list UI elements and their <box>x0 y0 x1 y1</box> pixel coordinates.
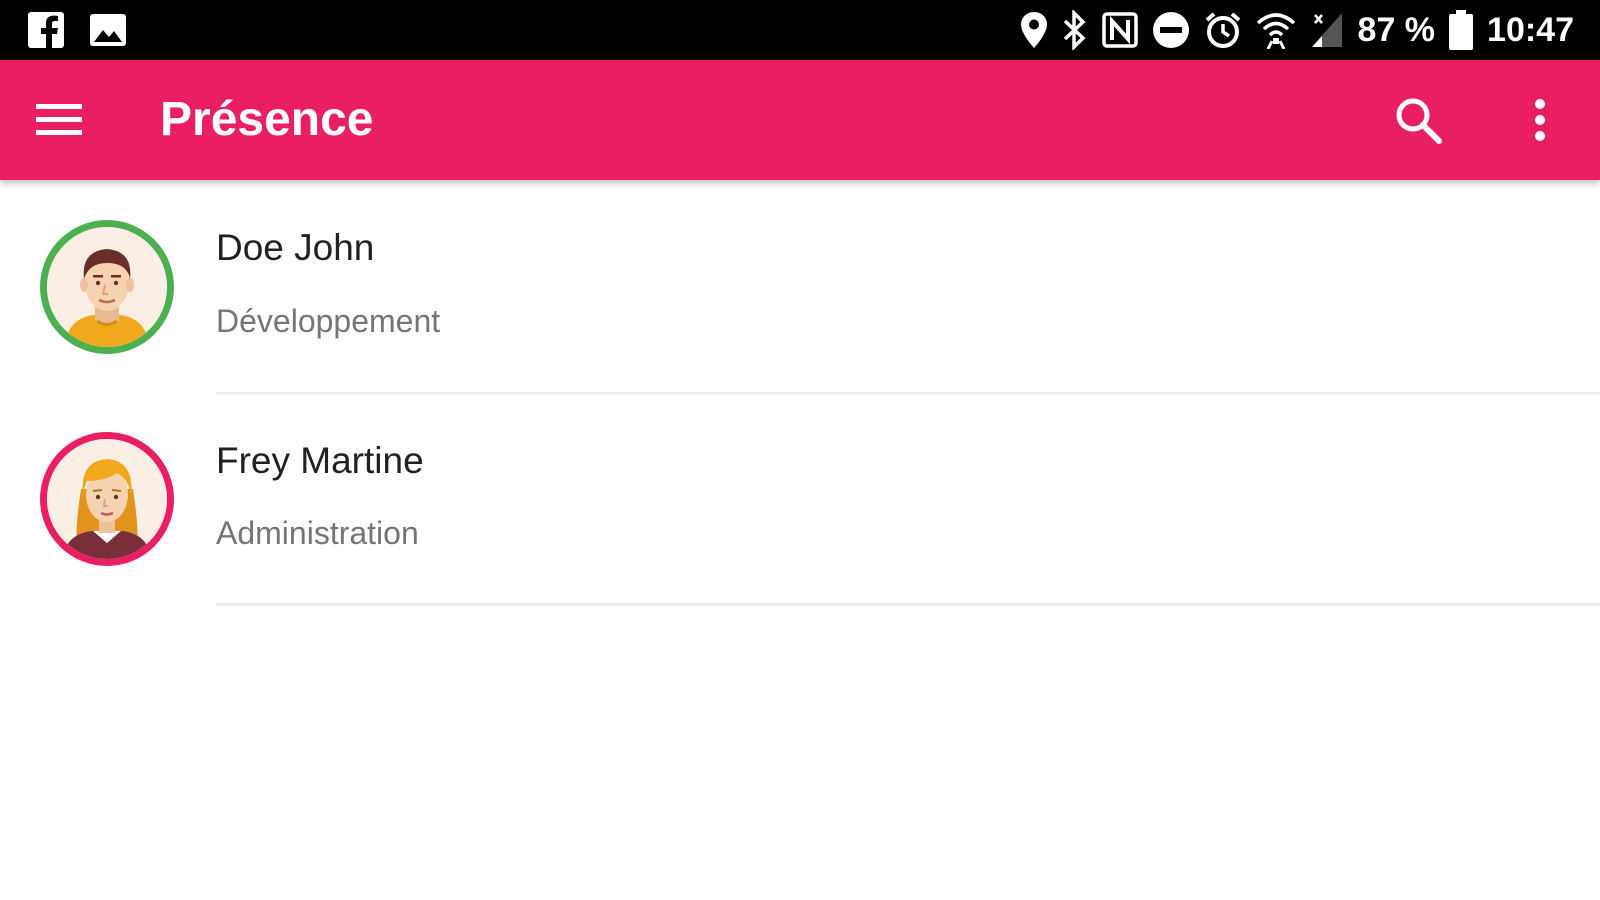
contact-name: Frey Martine <box>216 440 424 481</box>
hamburger-menu-icon <box>36 104 82 135</box>
status-bar: 87 % 10:47 <box>0 0 1600 60</box>
image-icon <box>90 12 126 48</box>
app-bar: Présence <box>0 60 1600 180</box>
status-bar-right: 87 % 10:47 <box>1020 8 1574 52</box>
cellular-signal-icon <box>1310 11 1344 49</box>
search-button[interactable] <box>1392 94 1444 146</box>
more-vert-icon <box>1535 99 1545 141</box>
search-icon <box>1396 98 1442 144</box>
contact-department: Développement <box>216 303 441 339</box>
wifi-icon <box>1256 11 1296 49</box>
female-avatar-icon <box>47 439 167 559</box>
bluetooth-icon <box>1062 10 1088 50</box>
list-item[interactable]: Doe John Développement <box>0 180 1600 395</box>
battery-percent: 87 % <box>1357 10 1436 49</box>
divider <box>216 603 1600 606</box>
do-not-disturb-icon <box>1152 11 1190 49</box>
avatar <box>40 432 174 566</box>
menu-button[interactable] <box>36 98 84 142</box>
contact-list: Doe John Développement Frey Martine Admi… <box>0 180 1600 610</box>
page-title: Présence <box>160 93 374 146</box>
location-icon <box>1020 11 1048 49</box>
battery-icon <box>1449 10 1474 50</box>
facebook-icon <box>28 12 64 48</box>
alarm-icon <box>1204 11 1242 49</box>
list-item[interactable]: Frey Martine Administration <box>0 395 1600 610</box>
male-avatar-icon <box>47 227 167 347</box>
clock-time: 10:47 <box>1487 10 1574 49</box>
avatar <box>40 220 174 354</box>
contact-name: Doe John <box>216 227 375 268</box>
more-options-button[interactable] <box>1520 94 1560 146</box>
status-bar-left <box>28 12 126 48</box>
nfc-icon <box>1101 12 1138 48</box>
contact-department: Administration <box>216 515 419 551</box>
